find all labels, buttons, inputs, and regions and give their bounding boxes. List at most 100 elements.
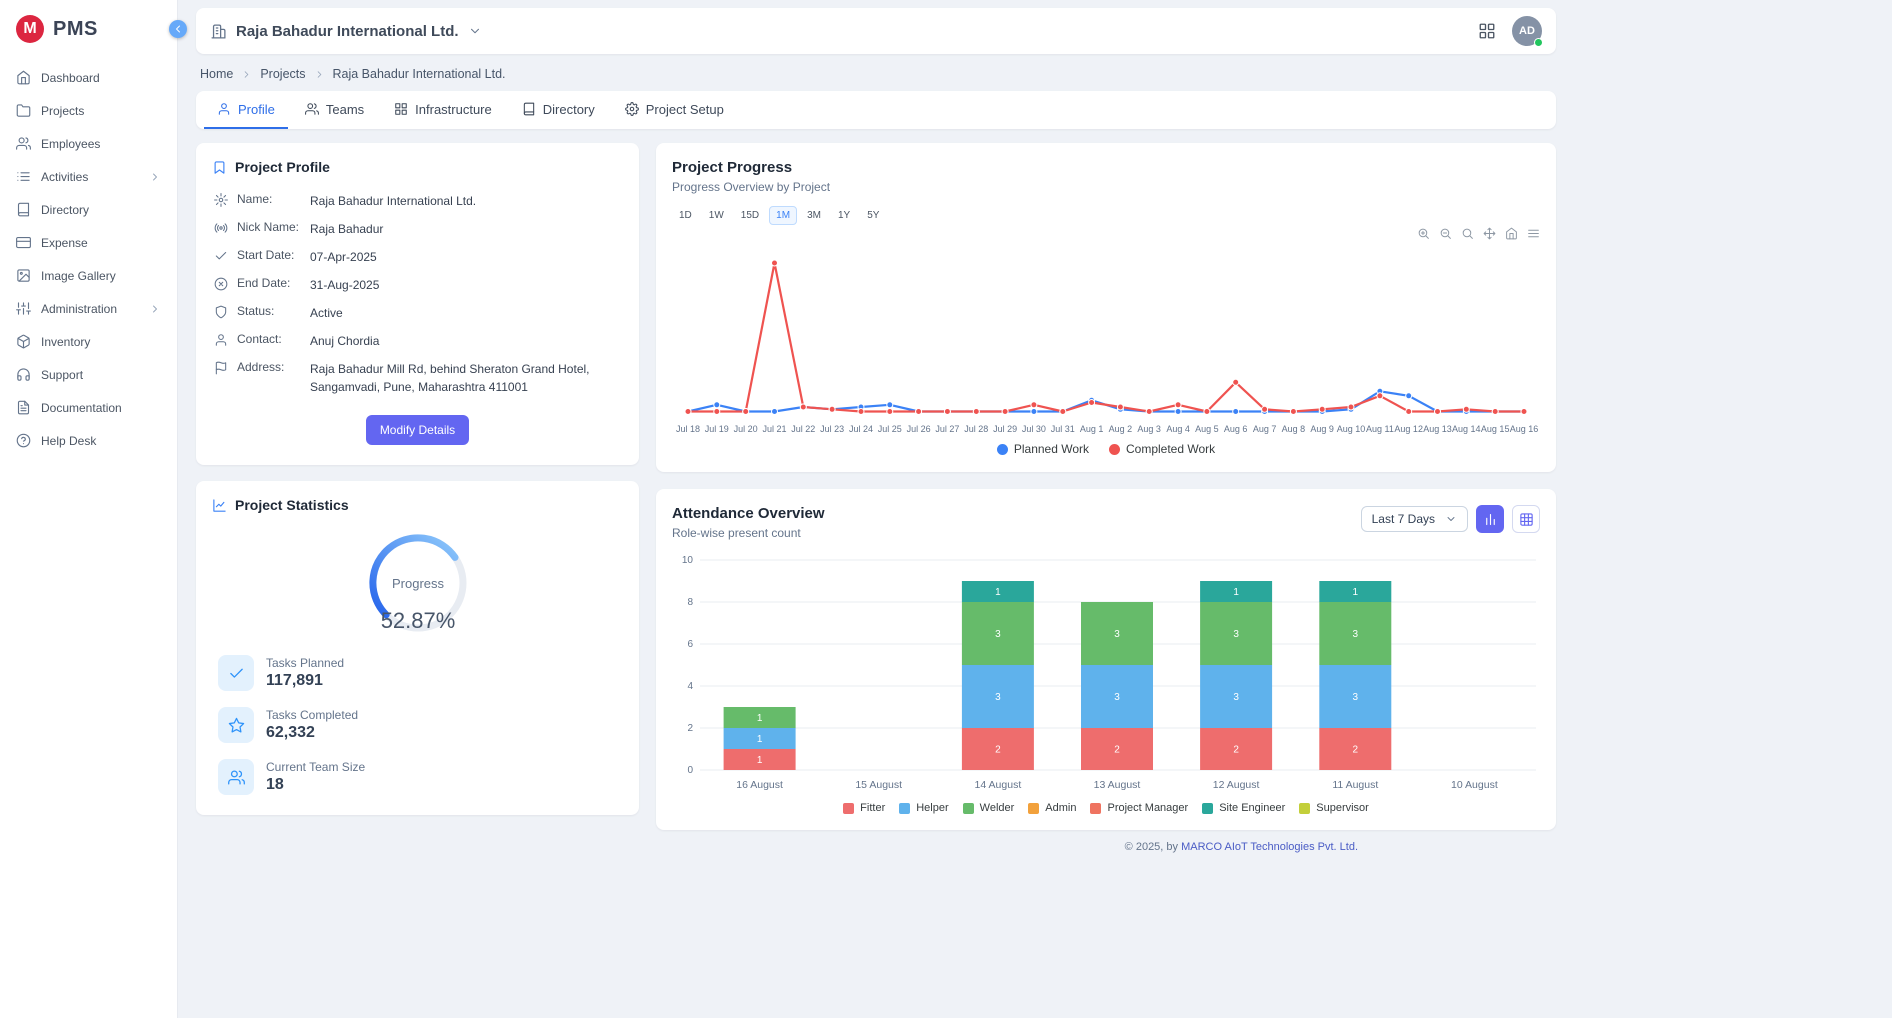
date-range-select[interactable]: Last 7 Days <box>1361 506 1468 532</box>
legend-admin[interactable]: Admin <box>1028 802 1076 814</box>
svg-text:Aug 15: Aug 15 <box>1481 424 1510 434</box>
attendance-subtitle: Role-wise present count <box>672 526 825 540</box>
footer: © 2025, by MARCO AIoT Technologies Pvt. … <box>196 830 1556 853</box>
tab-profile[interactable]: Profile <box>204 91 288 129</box>
chevron-right-icon <box>149 303 161 315</box>
range-15d-button[interactable]: 15D <box>734 206 766 225</box>
field-label: Status: <box>237 304 301 318</box>
legend-fitter[interactable]: Fitter <box>843 802 885 814</box>
statistics-card-title: Project Statistics <box>235 497 349 513</box>
tab-project-setup[interactable]: Project Setup <box>612 91 737 129</box>
menu-label: Inventory <box>41 335 90 349</box>
star-icon <box>218 707 254 743</box>
avatar[interactable]: AD <box>1512 16 1542 46</box>
company-selector[interactable]: Raja Bahadur International Ltd. <box>210 23 482 40</box>
svg-text:6: 6 <box>687 639 693 650</box>
sidebar-item-activities[interactable]: Activities <box>0 160 177 193</box>
legend-swatch <box>899 803 910 814</box>
svg-text:Aug 1: Aug 1 <box>1080 424 1104 434</box>
stat-label: Tasks Completed <box>266 708 358 722</box>
tab-label: Project Setup <box>646 102 724 117</box>
svg-text:Aug 7: Aug 7 <box>1253 424 1277 434</box>
range-1w-button[interactable]: 1W <box>702 206 731 225</box>
range-5y-button[interactable]: 5Y <box>860 206 886 225</box>
svg-text:Aug 4: Aug 4 <box>1166 424 1190 434</box>
legend-completed-work[interactable]: Completed Work <box>1109 442 1215 456</box>
stat-value: 117,891 <box>266 672 344 690</box>
legend-helper[interactable]: Helper <box>899 802 948 814</box>
field-value: Raja Bahadur Mill Rd, behind Sheraton Gr… <box>310 360 621 396</box>
tab-directory[interactable]: Directory <box>509 91 608 129</box>
zoom-out-icon[interactable] <box>1439 227 1452 240</box>
svg-text:4: 4 <box>687 681 693 692</box>
sidebar-item-projects[interactable]: Projects <box>0 94 177 127</box>
sidebar-item-documentation[interactable]: Documentation <box>0 391 177 424</box>
field-label: End Date: <box>237 276 301 290</box>
svg-text:1: 1 <box>757 755 763 766</box>
sidebar-item-inventory[interactable]: Inventory <box>0 325 177 358</box>
modify-details-button[interactable]: Modify Details <box>366 415 469 445</box>
attendance-legend: Fitter Helper Welder Admin Project Manager Si… <box>672 802 1540 814</box>
legend-label: Supervisor <box>1316 802 1369 814</box>
legend-label: Completed Work <box>1126 442 1215 456</box>
legend-supervisor[interactable]: Supervisor <box>1299 802 1369 814</box>
range-1y-button[interactable]: 1Y <box>831 206 857 225</box>
profile-card-title: Project Profile <box>235 159 330 175</box>
profile-field-address: Address:Raja Bahadur Mill Rd, behind She… <box>212 355 623 401</box>
menu-label: Activities <box>41 170 88 184</box>
sidebar-item-help-desk[interactable]: Help Desk <box>0 424 177 457</box>
range-1m-button[interactable]: 1M <box>769 206 797 225</box>
footer-text: © 2025, by <box>1125 841 1181 853</box>
range-1d-button[interactable]: 1D <box>672 206 699 225</box>
tab-infrastructure[interactable]: Infrastructure <box>381 91 505 129</box>
legend-swatch <box>1028 803 1039 814</box>
progress-chart-subtitle: Progress Overview by Project <box>672 180 1540 194</box>
sidebar-item-expense[interactable]: Expense <box>0 226 177 259</box>
range-3m-button[interactable]: 3M <box>800 206 828 225</box>
table-view-button[interactable] <box>1512 505 1540 533</box>
menu-label: Expense <box>41 236 88 250</box>
building-icon <box>210 23 227 40</box>
sidebar-item-directory[interactable]: Directory <box>0 193 177 226</box>
svg-text:Aug 10: Aug 10 <box>1337 424 1366 434</box>
sidebar-item-administration[interactable]: Administration <box>0 292 177 325</box>
tab-teams[interactable]: Teams <box>292 91 377 129</box>
bar-view-button[interactable] <box>1476 505 1504 533</box>
legend-project-manager[interactable]: Project Manager <box>1090 802 1188 814</box>
status-icon <box>214 305 228 319</box>
pan-icon[interactable] <box>1483 227 1496 240</box>
footer-company-link[interactable]: MARCO AIoT Technologies Pvt. Ltd. <box>1181 841 1358 853</box>
zoom-in-icon[interactable] <box>1417 227 1430 240</box>
svg-text:Aug 3: Aug 3 <box>1137 424 1161 434</box>
legend-site-engineer[interactable]: Site Engineer <box>1202 802 1285 814</box>
svg-text:Jul 29: Jul 29 <box>993 424 1017 434</box>
chevron-right-icon <box>241 69 252 80</box>
legend-planned-work[interactable]: Planned Work <box>997 442 1089 456</box>
home-icon[interactable] <box>1505 227 1518 240</box>
sidebar-item-employees[interactable]: Employees <box>0 127 177 160</box>
svg-text:0: 0 <box>687 765 693 776</box>
sidebar-collapse-button[interactable] <box>169 20 187 38</box>
tab-label: Infrastructure <box>415 102 492 117</box>
svg-text:3: 3 <box>1233 629 1239 640</box>
legend-welder[interactable]: Welder <box>963 802 1015 814</box>
sidebar-item-support[interactable]: Support <box>0 358 177 391</box>
teams-icon <box>305 102 319 116</box>
profile-field-status: Status:Active <box>212 299 623 327</box>
apps-icon[interactable] <box>1478 22 1496 40</box>
app-logo[interactable]: M PMS <box>0 0 177 55</box>
sidebar-item-dashboard[interactable]: Dashboard <box>0 61 177 94</box>
directory-icon <box>16 202 31 217</box>
selection-zoom-icon[interactable] <box>1461 227 1474 240</box>
svg-text:3: 3 <box>1114 692 1120 703</box>
menu-icon[interactable] <box>1527 227 1540 240</box>
sidebar-item-image-gallery[interactable]: Image Gallery <box>0 259 177 292</box>
chart-toolbar <box>672 227 1540 240</box>
chevron-down-icon <box>468 24 482 38</box>
field-value: Raja Bahadur <box>310 220 383 238</box>
svg-text:Jul 25: Jul 25 <box>878 424 902 434</box>
field-label: Contact: <box>237 332 301 346</box>
breadcrumb-item-home[interactable]: Home <box>200 67 233 81</box>
statistics-list: Tasks Planned117,891Tasks Completed62,33… <box>212 655 623 795</box>
breadcrumb-item-projects[interactable]: Projects <box>260 67 305 81</box>
